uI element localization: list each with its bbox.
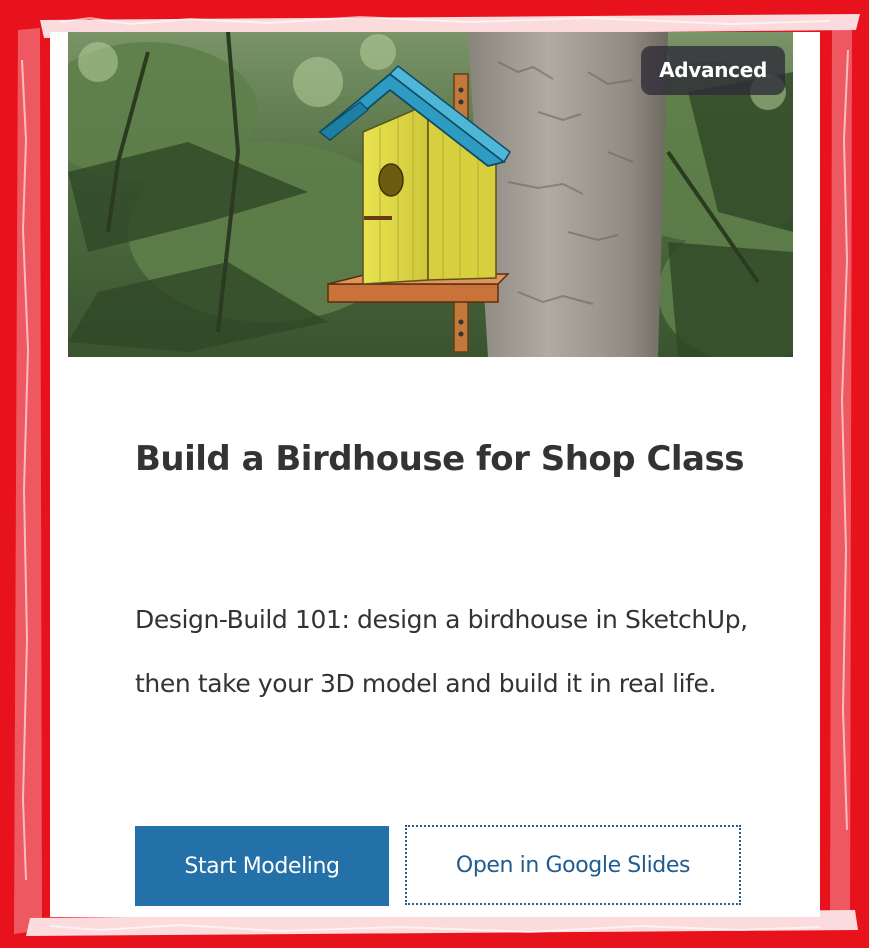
difficulty-badge: Advanced bbox=[641, 46, 785, 95]
lesson-description: Design-Build 101: design a birdhouse in … bbox=[135, 605, 748, 698]
start-modeling-button[interactable]: Start Modeling bbox=[135, 826, 389, 906]
birdhouse-hero-image: Advanced bbox=[68, 32, 793, 357]
lesson-card: Advanced Build a Birdhouse for Shop Clas… bbox=[50, 32, 820, 917]
lesson-title: Build a Birdhouse for Shop Class bbox=[135, 439, 744, 479]
open-in-google-slides-button[interactable]: Open in Google Slides bbox=[405, 825, 741, 905]
